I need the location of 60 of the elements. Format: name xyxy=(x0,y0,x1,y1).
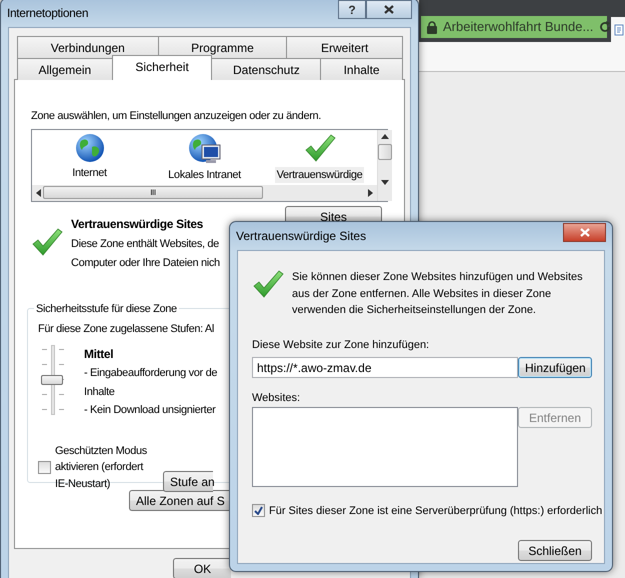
scroll-down-icon xyxy=(381,180,389,184)
tab[interactable]: Erweitert xyxy=(286,36,404,58)
checkbox[interactable] xyxy=(252,504,265,518)
checkmark-icon xyxy=(304,132,336,164)
url-input-field[interactable]: https://*.awo-zmav.de xyxy=(252,357,518,378)
websites-label: Websites: xyxy=(252,391,302,406)
horizontal-scrollbar[interactable]: III xyxy=(32,184,377,200)
scroll-up-icon xyxy=(381,134,389,138)
zone-description: Diese Zone enthält Websites, de xyxy=(71,236,220,252)
ok-button[interactable]: OK xyxy=(173,558,231,578)
add-label: Diese Website zur Zone hinzufügen: xyxy=(252,338,430,352)
page-icon xyxy=(614,24,624,36)
websites-list[interactable] xyxy=(252,406,518,486)
dialog-description: Sie können dieser Zone Websites hinzufügen und Websites aus der Zone entfernen. Alle Websites in dieser Zone verwenden die Sicherheitseinstellungen der Zone. xyxy=(292,270,584,318)
level-detail: - Kein Download unsignierter xyxy=(84,403,217,418)
window-title: Vertrauenswürdige Sites xyxy=(236,228,366,245)
level-detail: - Eingabeaufforderung vor de xyxy=(84,366,218,381)
close-icon xyxy=(384,5,394,14)
vertical-scrollbar[interactable] xyxy=(377,130,392,200)
checkbox[interactable] xyxy=(38,460,51,474)
zone-title: Vertrauenswürdige Sites xyxy=(71,216,204,232)
browser-tab[interactable] xyxy=(611,17,625,43)
scroll-right-icon xyxy=(368,188,373,196)
scroll-left-icon xyxy=(36,188,41,196)
tab[interactable]: Datenschutz xyxy=(211,58,322,80)
checkmark-icon xyxy=(252,269,284,299)
address-text: Arbeiterwohlfahrt Bunde... xyxy=(443,18,594,36)
zone-item[interactable]: Internet xyxy=(70,164,109,181)
add-button[interactable]: Hinzufügen xyxy=(518,357,592,378)
address-bar[interactable]: Arbeiterwohlfahrt Bunde... xyxy=(421,16,607,38)
allowed-levels-text: Für diese Zone zugelassene Stufen: Al xyxy=(38,322,216,336)
slider-thumb[interactable] xyxy=(41,375,63,385)
globe-monitor-icon xyxy=(188,132,222,164)
scroll-thumb[interactable]: III xyxy=(43,186,263,199)
checkbox-label: Geschützten Modus aktivieren (erfordert IE-Neustart) xyxy=(55,444,148,492)
lock-icon xyxy=(427,20,437,34)
scroll-thumb[interactable] xyxy=(378,144,392,160)
tick-icon xyxy=(254,506,263,516)
help-button[interactable]: ? xyxy=(338,0,366,19)
zone-description: Computer oder Ihre Dateien nich xyxy=(71,256,220,271)
zone-item[interactable]: Vertrauenswürdige xyxy=(274,166,364,183)
close-button[interactable] xyxy=(366,0,412,19)
checkmark-icon xyxy=(31,226,63,256)
checkbox-label: Für Sites dieser Zone ist eine Serverüberprüfung (https:) erforderlich xyxy=(269,504,602,518)
tab[interactable]: Verbindungen xyxy=(17,36,159,58)
zone-prompt: Zone auswählen, um Einstellungen anzuzeigen oder zu ändern. xyxy=(31,109,322,124)
close-button[interactable] xyxy=(563,223,606,242)
tab[interactable]: Sicherheit xyxy=(112,55,212,80)
globe-icon xyxy=(74,132,104,162)
window-title: Internetoptionen xyxy=(7,5,88,22)
close-dialog-button[interactable]: Schließen xyxy=(518,540,592,561)
zone-item[interactable]: Lokales Intranet xyxy=(166,166,243,183)
level-name: Mittel xyxy=(84,346,114,363)
tab[interactable]: Programme xyxy=(158,36,288,58)
refresh-icon xyxy=(599,21,612,33)
close-icon xyxy=(580,228,590,237)
tab[interactable]: Inhalte xyxy=(320,58,403,80)
tab[interactable]: Allgemein xyxy=(17,58,113,80)
level-detail: Inhalte xyxy=(84,384,116,400)
custom-level-button[interactable]: Stufe an xyxy=(163,471,213,492)
